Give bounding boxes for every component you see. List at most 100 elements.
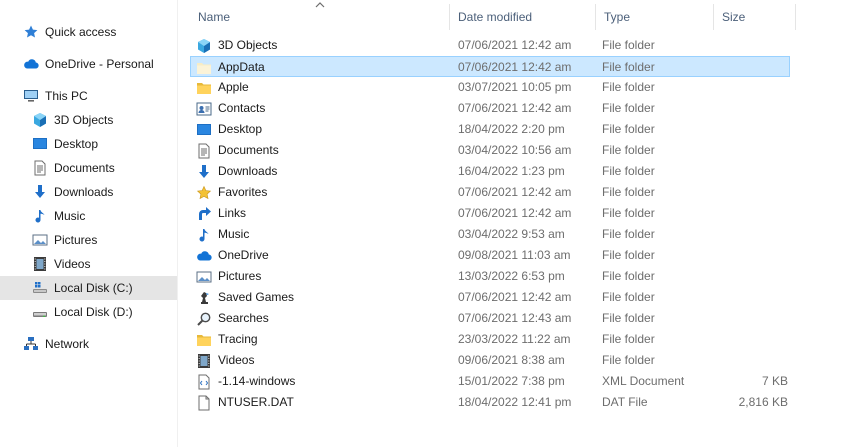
file-size [718,161,788,182]
file-name: Videos [218,353,255,367]
file-date: 03/04/2022 9:53 am [458,227,565,241]
file-row[interactable]: NTUSER.DAT 18/04/2022 12:41 pm DAT File … [190,392,790,413]
file-type: File folder [602,38,655,52]
file-row[interactable]: Links 07/06/2021 12:42 am File folder [190,203,790,224]
file-name: Searches [218,311,269,325]
column-header-name[interactable]: Name [190,0,450,34]
nav-network[interactable]: Network [0,332,177,356]
file-type: XML Document [602,374,685,388]
file-name: Desktop [218,122,263,136]
file-type: File folder [602,80,655,94]
column-header-label: Size [722,10,746,24]
file-row[interactable]: Apple 03/07/2021 10:05 pm File folder [190,77,790,98]
file-type: File folder [602,248,655,262]
file-name: Documents [218,143,279,157]
computer-icon [23,88,39,104]
chess-piece-icon [196,290,212,306]
cube-icon [32,112,48,128]
file-size [718,266,788,287]
file-size [718,35,788,56]
file-type: File folder [602,185,655,199]
nav-videos[interactable]: Videos [0,252,177,276]
file-date: 07/06/2021 12:42 am [458,290,572,304]
pane-divider[interactable] [177,0,178,447]
nav-quick-access[interactable]: Quick access [0,20,177,44]
column-header-size[interactable]: Size [714,0,796,34]
windows-drive-icon [32,280,48,296]
file-row[interactable]: 3D Objects 07/06/2021 12:42 am File fold… [190,35,790,56]
file-date: 18/04/2022 2:20 pm [458,122,565,136]
column-header-type[interactable]: Type [596,0,714,34]
nav-local-disk-c[interactable]: Local Disk (C:) [0,276,177,300]
file-row[interactable]: Videos 09/06/2021 8:38 am File folder [190,350,790,371]
network-icon [23,336,39,352]
file-type: File folder [602,60,655,74]
nav-desktop[interactable]: Desktop [0,132,177,156]
nav-downloads[interactable]: Downloads [0,180,177,204]
file-type: File folder [602,101,655,115]
file-date: 18/04/2022 12:41 pm [458,395,572,409]
file-size: 7 KB [761,374,788,388]
file-row[interactable]: Music 03/04/2022 9:53 am File folder [190,224,790,245]
nav-music[interactable]: Music [0,204,177,228]
column-header: Name Date modified Type Size [190,0,796,34]
file-row[interactable]: Favorites 07/06/2021 12:42 am File folde… [190,182,790,203]
file-name: NTUSER.DAT [218,395,294,409]
nav-onedrive[interactable]: OneDrive - Personal [0,52,177,76]
file-row-selected[interactable]: AppData 07/06/2021 12:42 am File folder [190,56,790,77]
file-type: DAT File [602,395,648,409]
blank-file-icon [196,395,212,411]
file-type: File folder [602,290,655,304]
file-row[interactable]: Contacts 07/06/2021 12:42 am File folder [190,98,790,119]
file-row[interactable]: -1.14-windows 15/01/2022 7:38 pm XML Doc… [190,371,790,392]
file-type: File folder [602,332,655,346]
file-type: File folder [602,353,655,367]
file-name: Tracing [218,332,258,346]
file-row[interactable]: Desktop 18/04/2022 2:20 pm File folder [190,119,790,140]
file-type: File folder [602,311,655,325]
file-name: Pictures [218,269,262,283]
file-row[interactable]: Searches 07/06/2021 12:43 am File folder [190,308,790,329]
nav-3d-objects[interactable]: 3D Objects [0,108,177,132]
file-row[interactable]: Downloads 16/04/2022 1:23 pm File folder [190,161,790,182]
contact-card-icon [196,101,212,117]
column-header-date[interactable]: Date modified [450,0,596,34]
nav-label: Quick access [45,25,117,39]
nav-local-disk-d[interactable]: Local Disk (D:) [0,300,177,324]
file-row[interactable]: Saved Games 07/06/2021 12:42 am File fol… [190,287,790,308]
nav-label: Network [45,337,90,351]
file-date: 09/06/2021 8:38 am [458,353,565,367]
file-size: 2,816 KB [738,395,788,409]
file-row[interactable]: Documents 03/04/2022 10:56 am File folde… [190,140,790,161]
file-row[interactable]: Pictures 13/03/2022 6:53 pm File folder [190,266,790,287]
folder-icon [196,80,212,96]
file-type: File folder [602,206,655,220]
nav-this-pc[interactable]: This PC [0,84,177,108]
file-type: File folder [602,164,655,178]
document-icon [32,160,48,176]
nav-documents[interactable]: Documents [0,156,177,180]
file-date: 07/06/2021 12:42 am [458,206,572,220]
film-icon [32,256,48,272]
nav-label: Downloads [54,185,114,199]
column-header-label: Date modified [458,10,533,24]
film-icon [196,353,212,369]
file-name: Saved Games [218,290,295,304]
file-size [718,98,788,119]
file-row[interactable]: Tracing 23/03/2022 11:22 am File folder [190,329,790,350]
file-date: 07/06/2021 12:42 am [458,38,572,52]
nav-label: Documents [54,161,115,175]
file-date: 03/07/2021 10:05 pm [458,80,572,94]
file-type: File folder [602,122,655,136]
file-size [718,224,788,245]
file-row[interactable]: OneDrive 09/08/2021 11:03 am File folder [190,245,790,266]
file-size [718,57,788,78]
nav-label: Pictures [54,233,98,247]
nav-pictures[interactable]: Pictures [0,228,177,252]
desktop-icon [196,122,212,138]
folder-icon [196,332,212,348]
file-size [718,287,788,308]
file-name: Apple [218,80,249,94]
download-arrow-icon [196,164,212,180]
nav-label: Videos [54,257,91,271]
